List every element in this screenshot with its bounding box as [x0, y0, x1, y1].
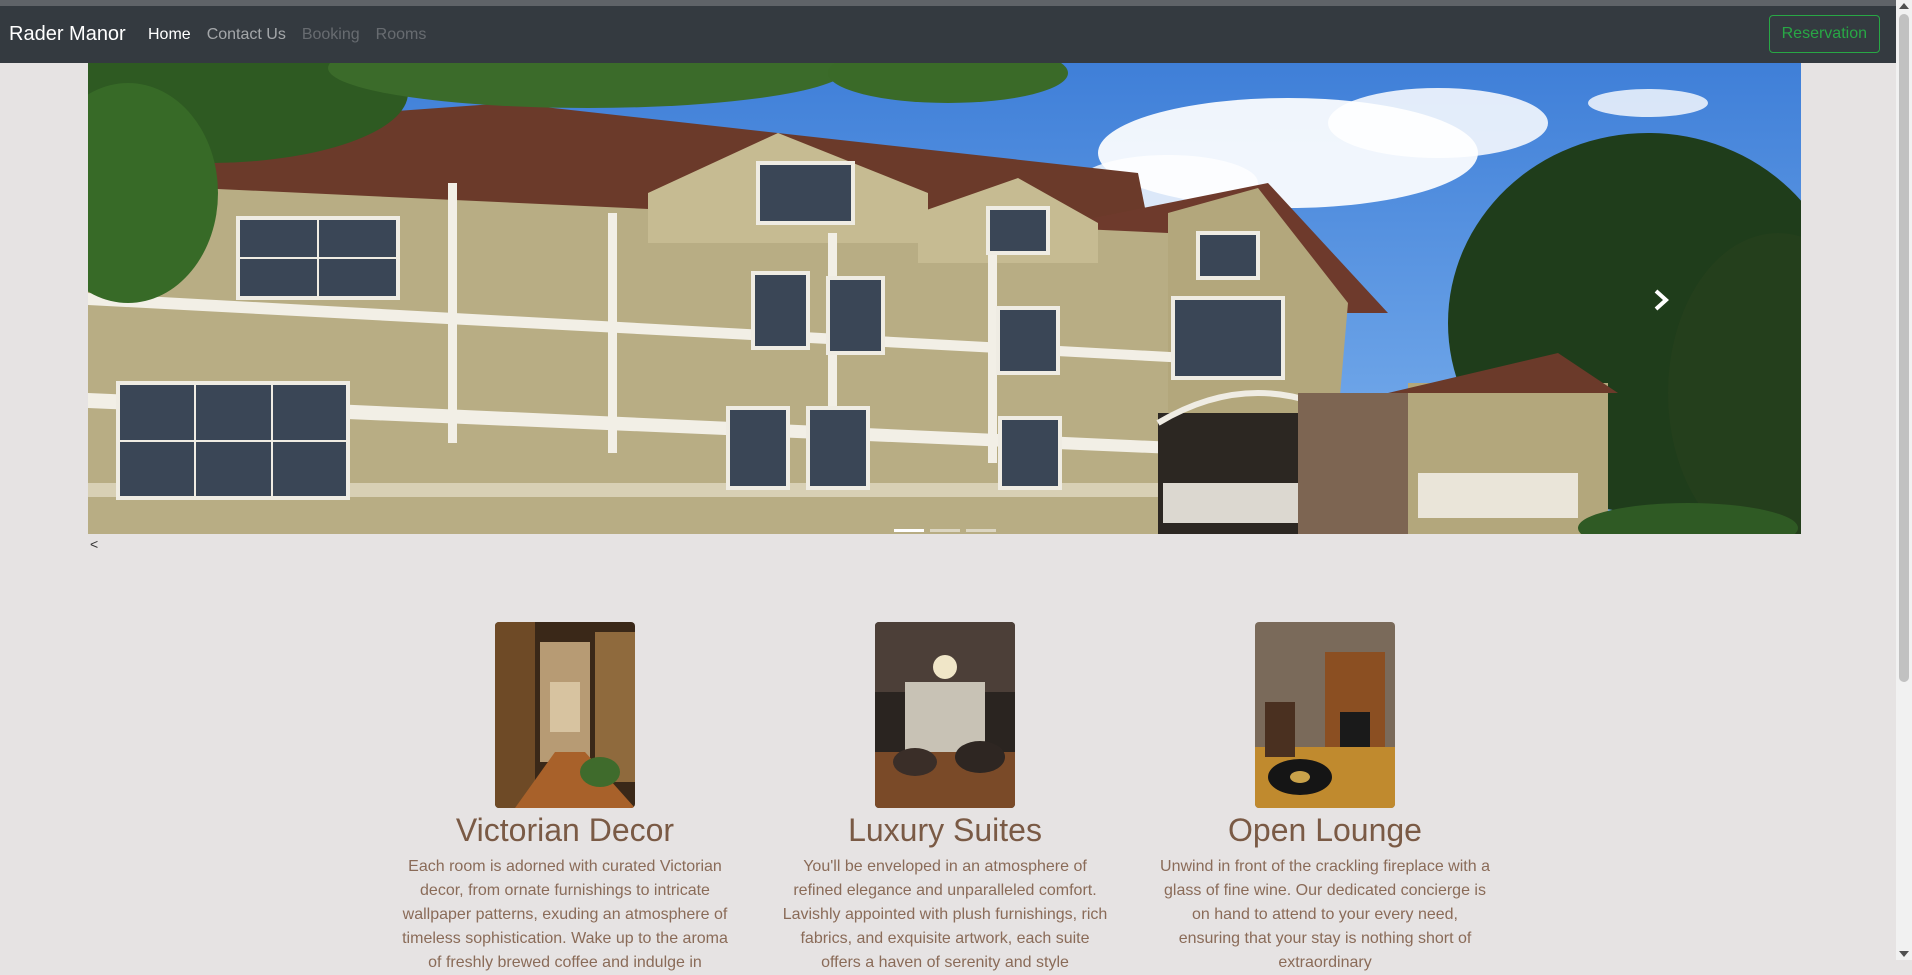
suite-photo	[875, 622, 1015, 808]
feature-text: You'll be enveloped in an atmosphere of …	[782, 858, 1108, 971]
feature-title: Victorian Decor	[455, 812, 675, 848]
lounge-photo	[1255, 622, 1395, 808]
feature-card-open-lounge: Open Lounge Unwind in front of the crack…	[1160, 622, 1490, 975]
scrollbar-thumb[interactable]	[1899, 14, 1909, 682]
carousel-indicator-1[interactable]	[893, 529, 924, 532]
carousel-next-control[interactable]	[1641, 280, 1681, 320]
nav-link-home[interactable]: Home	[148, 26, 191, 43]
nav-links: Home Contact Us Booking Rooms	[148, 26, 426, 44]
hero-carousel	[88, 63, 1801, 534]
chevron-right-icon	[1654, 289, 1669, 311]
feature-card-luxury-suites: Luxury Suites You'll be enveloped in an …	[780, 622, 1110, 975]
vertical-scrollbar[interactable]	[1896, 0, 1912, 960]
hallway-photo	[495, 622, 635, 808]
manor-exterior-photo	[88, 63, 1801, 534]
carousel-indicator-3[interactable]	[965, 529, 996, 532]
feature-text: Each room is adorned with curated Victor…	[402, 858, 728, 971]
feature-title: Open Lounge	[1228, 812, 1422, 848]
nav-link-rooms: Rooms	[375, 26, 427, 43]
scroll-down-arrow-icon[interactable]	[1899, 951, 1909, 957]
navbar: Rader Manor Home Contact Us Booking Room…	[0, 6, 1896, 63]
nav-link-booking: Booking	[301, 26, 360, 43]
brand-logo[interactable]: Rader Manor	[9, 23, 126, 46]
feature-title: Luxury Suites	[848, 812, 1042, 848]
carousel-prev-control[interactable]: <	[90, 536, 98, 552]
carousel-indicators	[88, 529, 1801, 532]
nav-link-contact-us[interactable]: Contact Us	[207, 26, 286, 43]
feature-text: Unwind in front of the crackling firepla…	[1160, 858, 1490, 971]
reservation-button[interactable]: Reservation	[1768, 15, 1880, 53]
scroll-up-arrow-icon[interactable]	[1899, 3, 1909, 9]
carousel-indicator-2[interactable]	[929, 529, 960, 532]
feature-card-victorian-decor: Victorian Decor Each room is adorned wit…	[400, 622, 730, 975]
